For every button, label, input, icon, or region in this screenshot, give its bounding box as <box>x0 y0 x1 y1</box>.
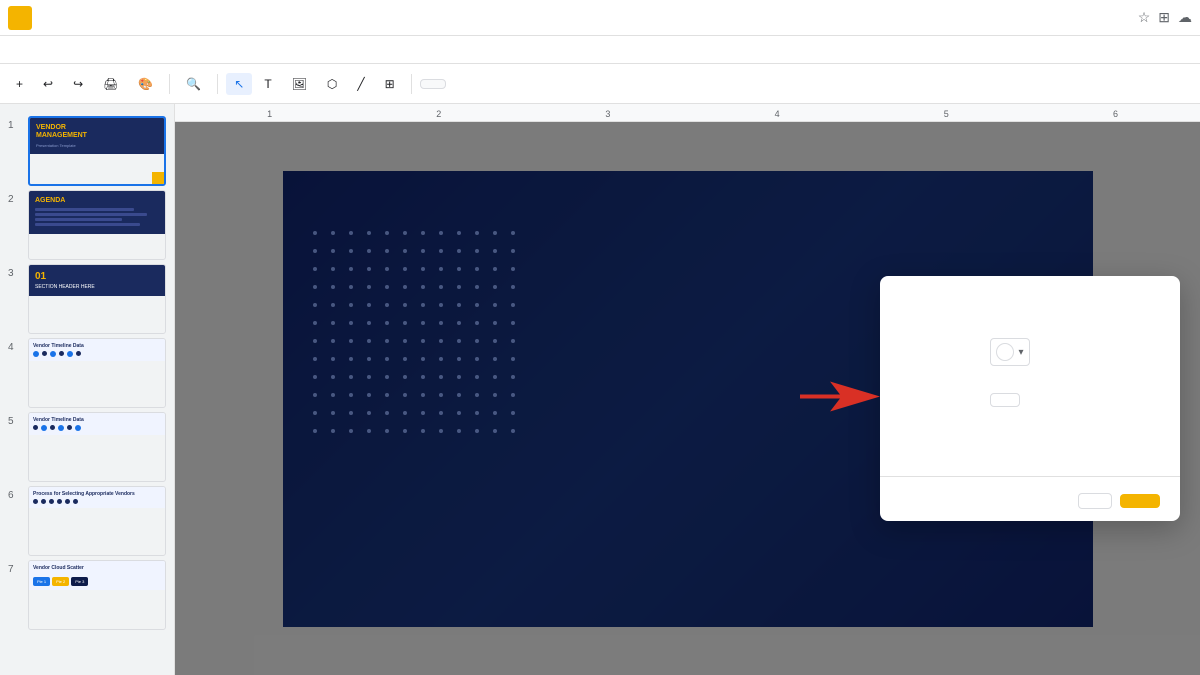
red-arrow-indicator <box>800 376 880 421</box>
slide-img-3[interactable]: 01 SECTION HEADER HERE <box>28 264 166 334</box>
choose-image-btn[interactable] <box>990 393 1020 407</box>
image-row <box>880 376 1180 424</box>
slide-thumb-7[interactable]: 7 Vendor Cloud Scatter Pie 1 Pie 2 Pie 3 <box>8 560 166 630</box>
menu-insert[interactable] <box>62 48 78 52</box>
ruler-horizontal: 1 2 3 4 5 6 <box>175 104 1200 122</box>
line-btn[interactable]: ╱ <box>349 73 372 95</box>
shapes-btn[interactable]: ⬡ <box>319 73 345 95</box>
slide-thumb-5[interactable]: 5 Vendor Timeline Data <box>8 412 166 482</box>
slide4-label: Vendor Timeline Data <box>33 343 161 349</box>
theme-btn[interactable] <box>470 80 486 88</box>
slide-img-6[interactable]: Process for Selecting Appropriate Vendor… <box>28 486 166 556</box>
menu-edit[interactable] <box>26 48 42 52</box>
slide-img-1[interactable]: VENDORMANAGEMENT Presentation Template <box>28 116 166 186</box>
color-dropdown-icon: ▾ <box>1018 347 1023 358</box>
slide-thumb-3[interactable]: 3 01 SECTION HEADER HERE <box>8 264 166 334</box>
background-btn[interactable] <box>420 79 446 89</box>
slide3-title: SECTION HEADER HERE <box>35 284 159 290</box>
dialog-footer <box>880 481 1180 521</box>
redo-btn[interactable]: ↪ <box>65 73 91 95</box>
cloud-icon[interactable]: ☁ <box>1178 9 1192 26</box>
ruler-mark-4: 4 <box>693 109 862 119</box>
dialog-header <box>880 276 1180 328</box>
transition-btn[interactable] <box>490 80 506 88</box>
ruler-mark-2: 2 <box>354 109 523 119</box>
slide-thumb-2[interactable]: 2 AGENDA <box>8 190 166 260</box>
ruler-mark-1: 1 <box>185 109 354 119</box>
background-dialog: ▾ <box>880 276 1180 521</box>
menu-bar <box>0 36 1200 64</box>
ruler-mark-3: 3 <box>523 109 692 119</box>
separator-3 <box>411 74 412 94</box>
done-btn[interactable] <box>1120 494 1160 508</box>
add-to-theme-btn[interactable] <box>1078 493 1112 509</box>
slide-img-7[interactable]: Vendor Cloud Scatter Pie 1 Pie 2 Pie 3 <box>28 560 166 630</box>
star-icon[interactable]: ☆ <box>1138 9 1151 26</box>
slide1-sub: Presentation Template <box>36 143 158 148</box>
color-row: ▾ <box>880 328 1180 376</box>
toolbar: + ↩ ↪ 🖨 🎨 🔍 ↖ T 🖼 ⬡ ╱ ⊞ <box>0 64 1200 104</box>
separator-1 <box>169 74 170 94</box>
ruler-mark-6: 6 <box>1031 109 1200 119</box>
slide5-label: Vendor Timeline Data <box>33 417 161 423</box>
canvas-area: 1 2 3 4 5 6 // Generate dots const dotsC… <box>175 104 1200 675</box>
menu-addons[interactable] <box>152 48 168 52</box>
text-btn[interactable]: T <box>256 73 279 95</box>
ruler-mark-5: 5 <box>862 109 1031 119</box>
slide-num-5: 5 <box>8 412 22 427</box>
slide-canvas: // Generate dots const dotsContainer = d… <box>175 122 1200 675</box>
color-picker-btn[interactable]: ▾ <box>990 338 1030 366</box>
reset-row <box>880 424 1180 472</box>
menu-view[interactable] <box>44 48 60 52</box>
slide-num-3: 3 <box>8 264 22 279</box>
add-btn[interactable]: + <box>8 73 31 95</box>
slide-num-1: 1 <box>8 116 22 131</box>
slide-thumb-1[interactable]: 1 VENDORMANAGEMENT Presentation Template <box>8 116 166 186</box>
menu-format[interactable] <box>80 48 96 52</box>
menu-tools[interactable] <box>134 48 150 52</box>
slide-img-2[interactable]: AGENDA <box>28 190 166 260</box>
zoom-btn[interactable]: 🔍 <box>178 73 209 95</box>
dialog-close-btn[interactable] <box>1136 292 1160 316</box>
layout-btn[interactable] <box>450 80 466 88</box>
slide7-label: Vendor Cloud Scatter <box>33 565 161 571</box>
undo-btn[interactable]: ↩ <box>35 73 61 95</box>
print-btn[interactable]: 🖨 <box>95 73 126 95</box>
insert-btn[interactable]: ⊞ <box>377 73 403 95</box>
slide1-corner <box>152 172 164 184</box>
select-btn[interactable]: ↖ <box>226 73 252 95</box>
slide6-label: Process for Selecting Appropriate Vendor… <box>33 491 161 497</box>
paint-format-btn[interactable]: 🎨 <box>130 73 161 95</box>
slide-img-5[interactable]: Vendor Timeline Data <box>28 412 166 482</box>
slide-num-4: 4 <box>8 338 22 353</box>
app-icon <box>8 6 32 30</box>
separator-2 <box>217 74 218 94</box>
dialog-overlay: ▾ <box>175 122 1200 675</box>
title-bar: ☆ ⊞ ☁ <box>0 0 1200 36</box>
menu-help[interactable] <box>170 48 186 52</box>
title-icons: ☆ ⊞ ☁ <box>1138 9 1192 26</box>
menu-arrange[interactable] <box>116 48 132 52</box>
slide-img-4[interactable]: Vendor Timeline Data <box>28 338 166 408</box>
slide-thumb-6[interactable]: 6 Process for Selecting Appropriate Vend… <box>8 486 166 556</box>
slide-thumb-4[interactable]: 4 Vendor Timeline Data <box>8 338 166 408</box>
slide1-title: VENDORMANAGEMENT <box>36 124 158 141</box>
grid-icon[interactable]: ⊞ <box>1158 9 1170 26</box>
main-content: 1 VENDORMANAGEMENT Presentation Template… <box>0 104 1200 675</box>
slide-num-2: 2 <box>8 190 22 205</box>
menu-file[interactable] <box>8 48 24 52</box>
color-circle <box>996 343 1014 361</box>
dialog-divider <box>880 476 1180 477</box>
slide3-num: 01 <box>35 271 159 282</box>
image-btn[interactable]: 🖼 <box>284 73 315 95</box>
slide-num-6: 6 <box>8 486 22 501</box>
menu-slide[interactable] <box>98 48 114 52</box>
slide-num-7: 7 <box>8 560 22 575</box>
slide2-title: AGENDA <box>35 197 159 204</box>
slide-panel: 1 VENDORMANAGEMENT Presentation Template… <box>0 104 175 675</box>
